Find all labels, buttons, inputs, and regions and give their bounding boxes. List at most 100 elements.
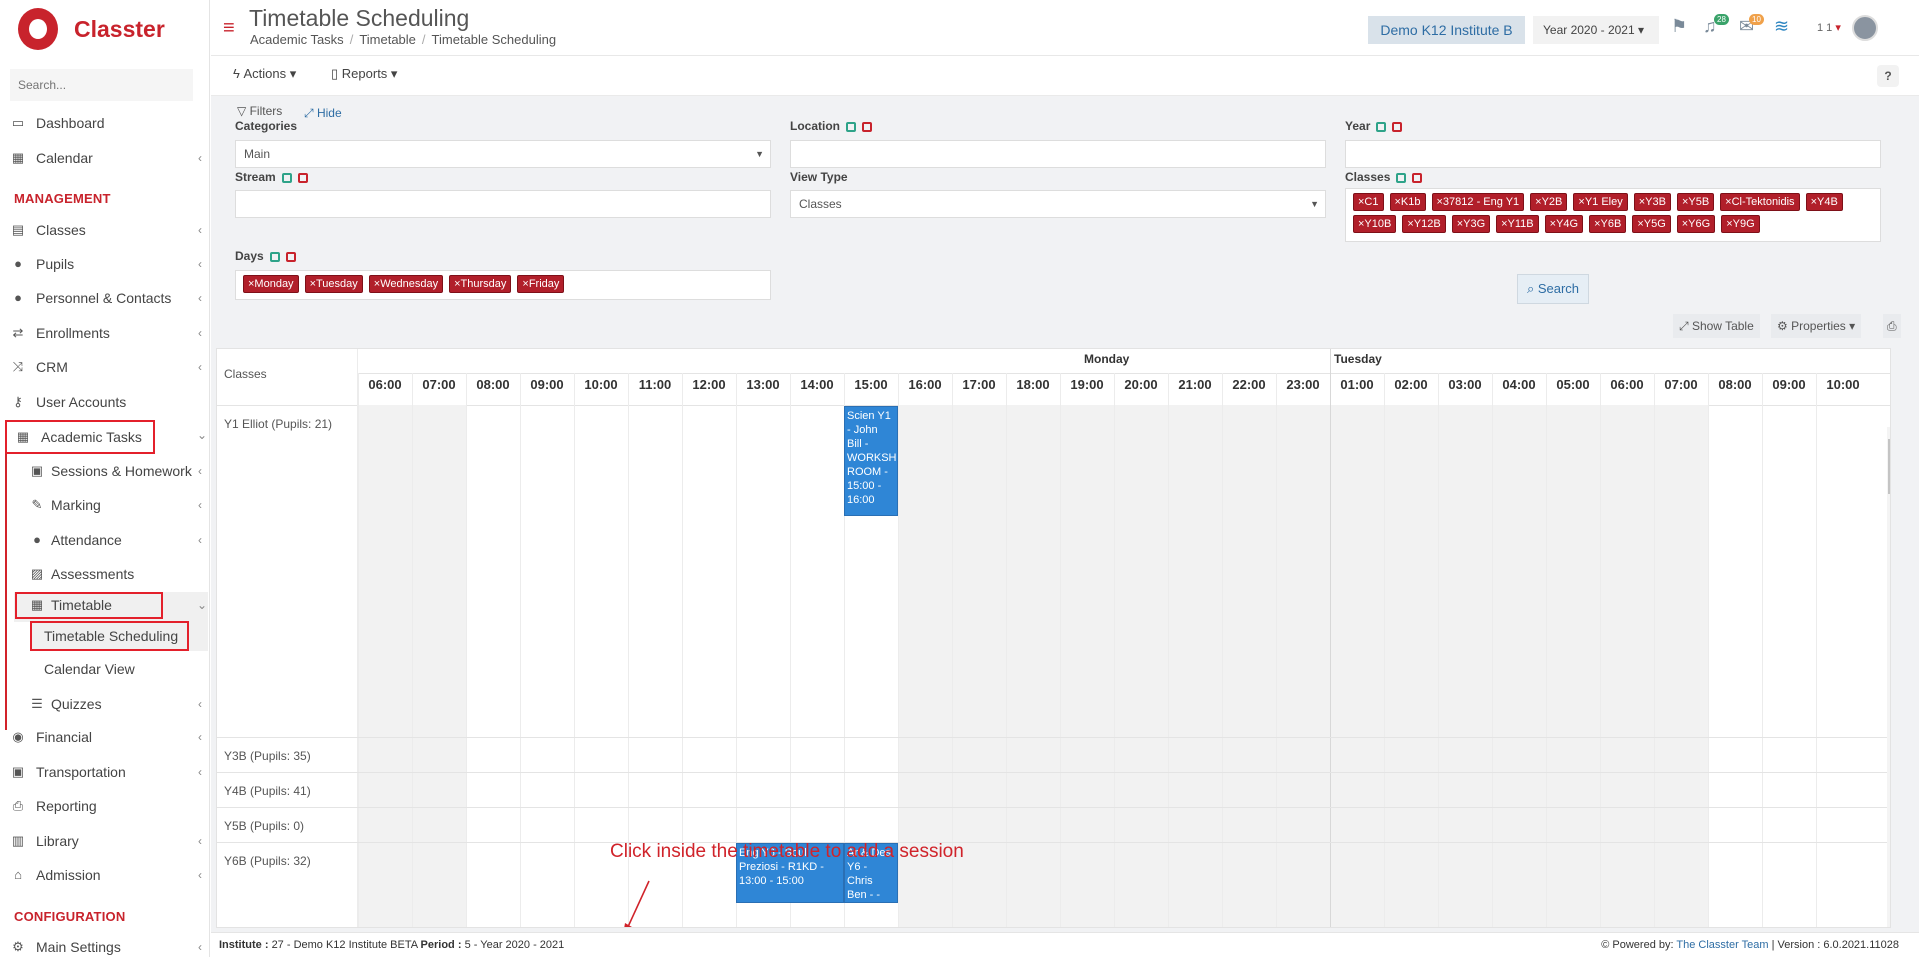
sidebar-item-attendance[interactable]: ● Attendance ‹ xyxy=(24,524,209,556)
class-tag[interactable]: ×Y3B xyxy=(1633,193,1671,211)
period-value: 5 - Year 2020 - 2021 xyxy=(464,939,565,951)
layers-icon[interactable]: ≋ xyxy=(1774,16,1789,37)
clear-icon[interactable] xyxy=(1412,172,1423,183)
class-tag[interactable]: ×Y4G xyxy=(1544,215,1584,233)
class-tag[interactable]: ×K1b xyxy=(1389,193,1426,211)
timetable-row-label: Y6B (Pupils: 32) xyxy=(224,854,311,868)
class-tag[interactable]: ×Y5B xyxy=(1676,193,1715,211)
select-all-check-icon[interactable] xyxy=(846,121,856,132)
filter-icon: ▽ xyxy=(237,104,247,118)
day-tag[interactable]: ×Tuesday xyxy=(304,275,363,293)
day-tag[interactable]: ×Friday xyxy=(517,275,565,293)
class-tag[interactable]: ×Y2B xyxy=(1530,193,1568,211)
select-all-check-icon[interactable] xyxy=(269,251,280,262)
sidebar-item-pupils[interactable]: ● Pupils ‹ xyxy=(0,248,209,280)
search-button[interactable]: ⌕ Search xyxy=(1517,274,1589,304)
sidebar-item-quizzes[interactable]: ☰ Quizzes ‹ xyxy=(24,688,209,720)
classes-multiselect[interactable]: ×C1 ×K1b ×37812 - Eng Y1 ×Y2B ×Y1 Eley ×Y3B ×Y… xyxy=(1345,188,1881,242)
avatar[interactable] xyxy=(1852,15,1878,41)
hour-gridline xyxy=(412,373,413,927)
class-tag[interactable]: ×Y5G xyxy=(1632,215,1671,233)
clear-icon[interactable] xyxy=(862,121,872,132)
user-menu-label[interactable]: 1 1 ▾ xyxy=(1817,21,1841,34)
class-tag[interactable]: ×Y6G xyxy=(1676,215,1716,233)
hide-filters-link[interactable]: ⤢ Hide xyxy=(304,106,342,121)
sidebar-search-input[interactable] xyxy=(10,69,193,101)
day-tag[interactable]: ×Thursday xyxy=(449,275,512,293)
timetable-session[interactable]: Scien Y1 - John Bill - WORKSHOP ROOM - 1… xyxy=(844,406,898,516)
view-type-select[interactable]: Classes ▼ xyxy=(790,190,1326,218)
breadcrumb-item[interactable]: Timetable xyxy=(359,32,416,47)
timetable-grid[interactable]: Classes 06:00 07:00 08:00 09:00 10:00 11:00 12… xyxy=(216,348,1891,928)
sidebar-item-classes[interactable]: ▤ Classes ‹ xyxy=(0,214,209,246)
row-divider xyxy=(217,842,1890,843)
highlight-timetable xyxy=(15,592,163,619)
breadcrumb-item[interactable]: Academic Tasks xyxy=(250,32,344,47)
select-all-check-icon[interactable] xyxy=(1376,121,1387,132)
scrollbar-thumb[interactable] xyxy=(1888,439,1890,494)
sidebar-item-personnel[interactable]: ● Personnel & Contacts ‹ xyxy=(0,282,209,314)
select-all-check-icon[interactable] xyxy=(281,172,292,183)
sidebar-item-admission[interactable]: ⌂ Admission ‹ xyxy=(0,859,209,891)
clear-icon[interactable] xyxy=(285,251,296,262)
filters-title: ▽ Filters xyxy=(237,104,282,118)
class-tag[interactable]: ×Y1 Eley xyxy=(1573,193,1628,211)
hour-gridline xyxy=(1168,373,1169,927)
hour-label: 19:00 xyxy=(1070,377,1104,392)
help-button[interactable]: ? xyxy=(1877,65,1899,87)
team-link[interactable]: The Classter Team xyxy=(1676,939,1768,951)
timetable-scrollbar[interactable] xyxy=(1887,427,1890,927)
sidebar-item-marking[interactable]: ✎ Marking ‹ xyxy=(24,489,209,521)
chevron-left-icon: ‹ xyxy=(198,291,202,305)
print-button[interactable]: ⎙ xyxy=(1883,314,1901,338)
sidebar-item-crm[interactable]: ⤨ CRM ‹ xyxy=(0,351,209,383)
properties-dropdown[interactable]: ⚙ Properties ▾ xyxy=(1771,314,1862,338)
caret-down-icon: ▾ xyxy=(1835,22,1841,34)
sidebar-item-user-accounts[interactable]: ⚷ User Accounts xyxy=(0,386,209,418)
sidebar-item-library[interactable]: ▥ Library ‹ xyxy=(0,825,209,857)
sidebar-item-financial[interactable]: ◉ Financial ‹ xyxy=(0,721,209,753)
select-all-check-icon[interactable] xyxy=(1396,172,1407,183)
class-tag[interactable]: ×37812 - Eng Y1 xyxy=(1431,193,1525,211)
sidebar-item-dashboard[interactable]: ▭ Dashboard xyxy=(0,107,209,139)
actions-dropdown[interactable]: ϟ Actions ▾ xyxy=(233,66,296,82)
reports-dropdown[interactable]: ▯ Reports ▾ xyxy=(331,66,397,82)
sidebar-item-enrollments[interactable]: ⇄ Enrollments ‹ xyxy=(0,317,209,349)
day-tag[interactable]: ×Monday xyxy=(243,275,299,293)
sidebar-item-reporting[interactable]: ⎙ Reporting xyxy=(0,790,209,822)
year-filter-select[interactable] xyxy=(1345,140,1881,168)
categories-select[interactable]: Main ▼ xyxy=(235,140,771,168)
clear-icon[interactable] xyxy=(1392,121,1403,132)
timetable-row-label: Y1 Elliot (Pupils: 21) xyxy=(224,417,333,431)
show-table-button[interactable]: ⤢ Show Table xyxy=(1673,314,1760,338)
hamburger-menu-icon[interactable]: ≡ xyxy=(223,18,235,38)
sidebar-item-assessments[interactable]: ▨ Assessments xyxy=(24,558,209,590)
location-select[interactable] xyxy=(790,140,1326,168)
hour-gridline xyxy=(574,373,575,927)
class-tag[interactable]: ×Cl-Tektonidis xyxy=(1720,193,1800,211)
clear-icon[interactable] xyxy=(297,172,308,183)
day-tag[interactable]: ×Wednesday xyxy=(368,275,444,293)
class-tag[interactable]: ×Y3G xyxy=(1451,215,1491,233)
sidebar-item-sessions-homework[interactable]: ▣ Sessions & Homework ‹ xyxy=(24,455,209,487)
year-select[interactable]: Year 2020 - 2021 ▾ xyxy=(1533,16,1659,44)
sidebar-item-main-settings[interactable]: ⚙ Main Settings ‹ xyxy=(0,931,209,957)
hour-label: 09:00 xyxy=(1772,377,1806,392)
sidebar-item-transportation[interactable]: ▣ Transportation ‹ xyxy=(0,756,209,788)
sidebar-item-calendar-view[interactable]: Calendar View xyxy=(30,653,208,685)
class-tag[interactable]: ×Y11B xyxy=(1496,215,1539,233)
class-tag[interactable]: ×Y9G xyxy=(1721,215,1760,233)
class-tag[interactable]: ×Y4B xyxy=(1805,193,1843,211)
gear-icon: ⚙ xyxy=(1777,319,1788,333)
class-tag[interactable]: ×Y12B xyxy=(1402,215,1446,233)
class-tag[interactable]: ×C1 xyxy=(1353,193,1384,211)
flag-icon[interactable]: ⚑ xyxy=(1671,16,1687,37)
class-tag[interactable]: ×Y10B xyxy=(1353,215,1397,233)
stream-select[interactable] xyxy=(235,190,771,218)
institute-button[interactable]: Demo K12 Institute B xyxy=(1368,16,1525,44)
sidebar-item-calendar[interactable]: ▦ Calendar ‹ xyxy=(0,142,209,174)
class-tag[interactable]: ×Y6B xyxy=(1589,215,1627,233)
logo[interactable]: Classter xyxy=(18,8,165,50)
days-multiselect[interactable]: ×Monday ×Tuesday ×Wednesday ×Thursday ×Frida… xyxy=(235,270,771,300)
categories-label: Categories xyxy=(235,119,298,133)
